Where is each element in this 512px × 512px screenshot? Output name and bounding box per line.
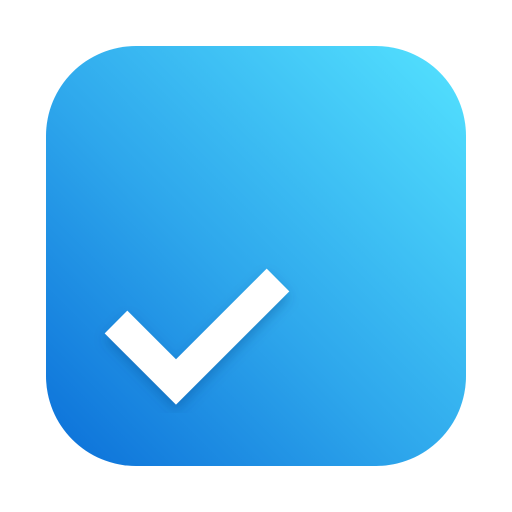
rounded-square-tile: [46, 46, 466, 466]
icon-canvas: [0, 0, 512, 512]
app-icon: [46, 46, 466, 466]
